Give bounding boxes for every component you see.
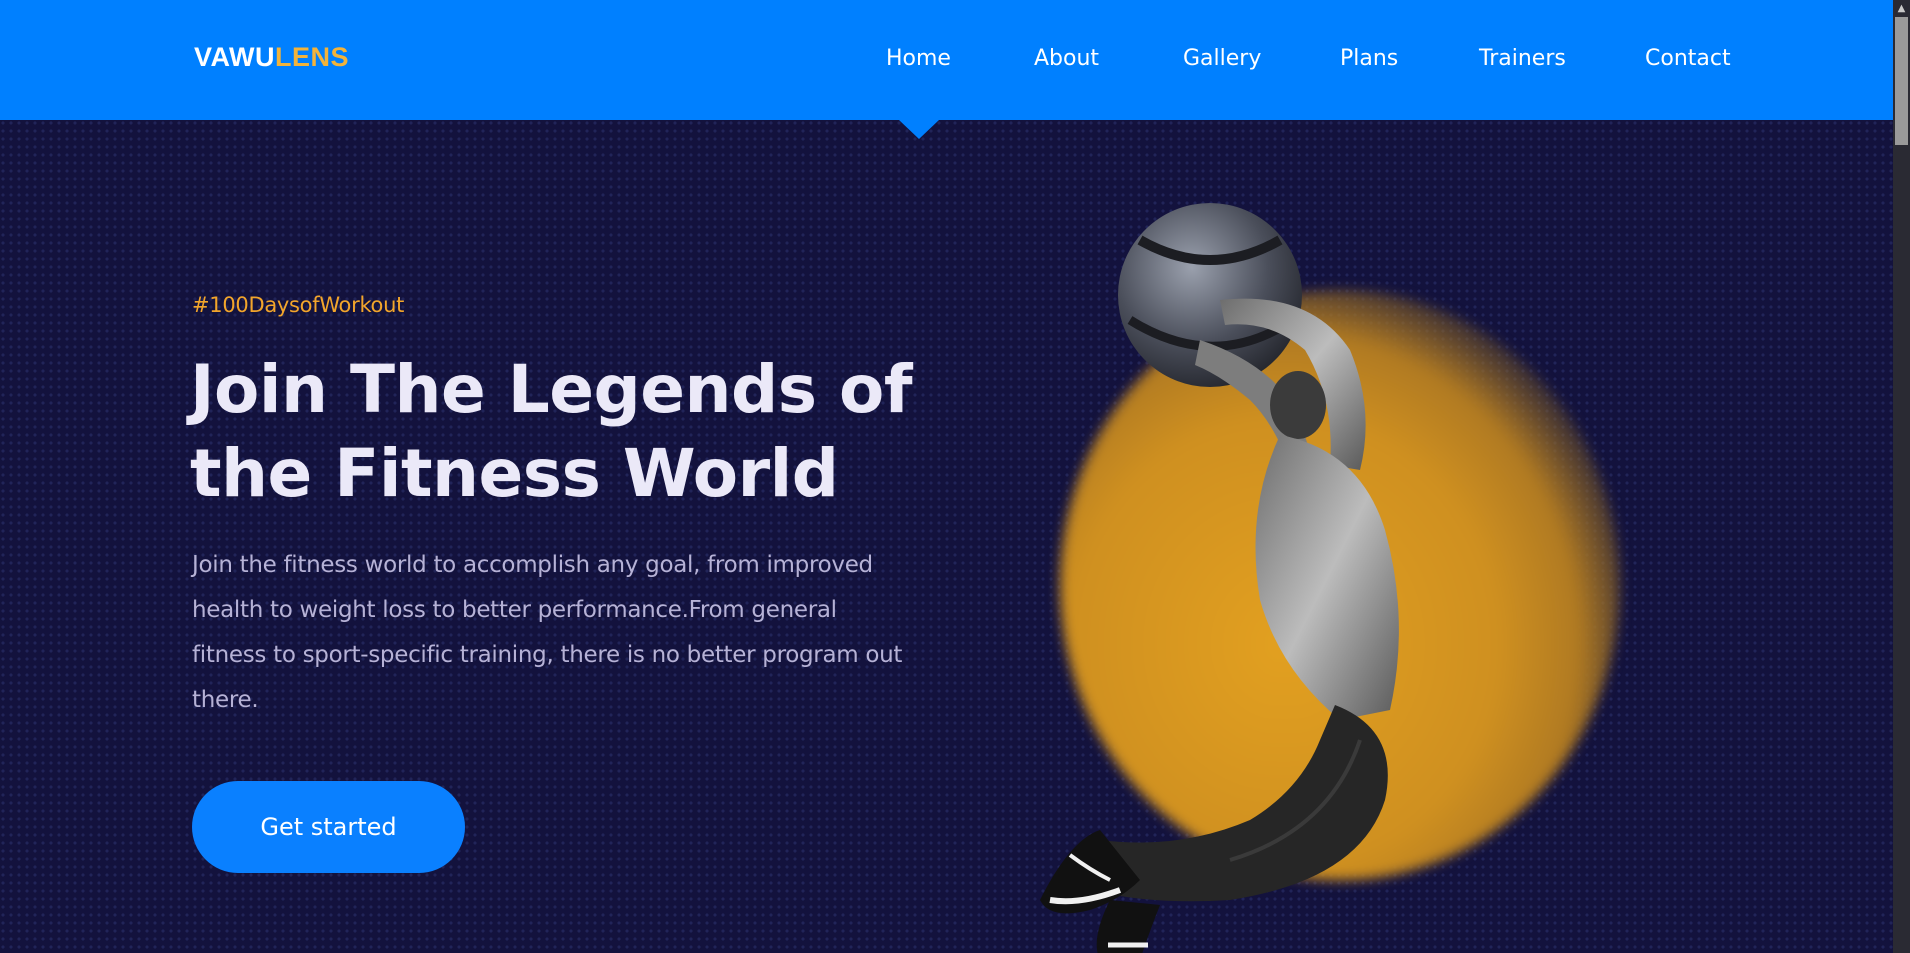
hero-headline-line-1: Join The Legends of (190, 351, 913, 428)
page-scrollbar[interactable]: ▲ (1893, 0, 1910, 953)
hero-description: Join the fitness world to accomplish any… (192, 552, 903, 713)
hero-headline: Join The Legends of the Fitness World (190, 348, 950, 516)
site-header: VAWULENS Home About Gallery Plans Traine… (0, 0, 1893, 120)
nav-home[interactable]: Home (886, 46, 951, 71)
athlete-head (1270, 371, 1326, 439)
get-started-button[interactable]: Get started (192, 781, 465, 873)
athlete-pants (1090, 705, 1388, 902)
active-nav-indicator (899, 120, 939, 139)
hero-tag: #100DaysofWorkout (192, 293, 405, 317)
nav-trainers[interactable]: Trainers (1479, 46, 1566, 71)
page: VAWULENS Home About Gallery Plans Traine… (0, 0, 1910, 953)
hero-headline-line-2: the Fitness World (190, 435, 839, 512)
nav-contact[interactable]: Contact (1645, 46, 1731, 71)
athlete-illustration (1040, 203, 1399, 953)
nav-gallery[interactable]: Gallery (1183, 46, 1261, 71)
scrollbar-thumb[interactable] (1895, 17, 1908, 145)
nav-about[interactable]: About (1034, 46, 1099, 71)
athlete-torso (1255, 435, 1399, 720)
nav-plans[interactable]: Plans (1340, 46, 1398, 71)
main-nav: Home About Gallery Plans Trainers Contac… (0, 46, 1893, 76)
scroll-up-arrow-icon[interactable]: ▲ (1893, 0, 1910, 17)
